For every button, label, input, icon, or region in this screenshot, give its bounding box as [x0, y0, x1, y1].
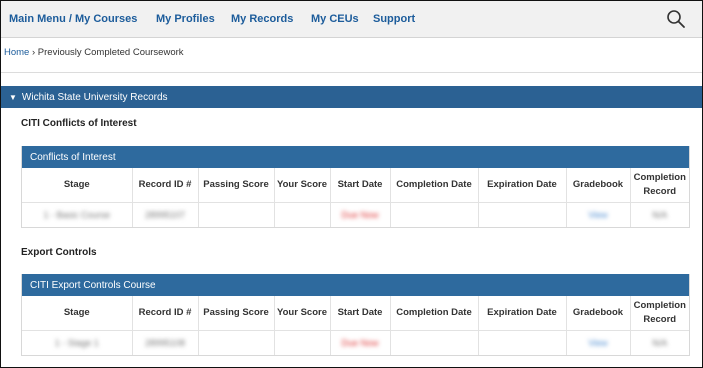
gradebook-view-link[interactable]: View: [588, 338, 607, 348]
breadcrumb-home-link[interactable]: Home: [4, 47, 29, 58]
col-header-stage: Stage: [22, 168, 133, 203]
records-table: Stage Record ID # Passing Score Your Sco…: [22, 296, 689, 355]
course-panel: CITI Export Controls Course Stage Record…: [21, 274, 690, 356]
institution-records-bar[interactable]: ▼ Wichita State University Records: [1, 86, 702, 108]
caret-down-icon: ▼: [9, 92, 17, 102]
table-row: 1 - Stage 1 28995108 Due Now View N/A: [22, 330, 689, 355]
col-header-stage: Stage: [22, 296, 133, 331]
expiration-date-cell: [478, 202, 567, 227]
col-header-expiration-date: Expiration Date: [478, 168, 567, 203]
col-header-record-id: Record ID #: [132, 168, 199, 203]
table-header-row: Stage Record ID # Passing Score Your Sco…: [22, 168, 689, 203]
course-panel: Conflicts of Interest Stage Record ID # …: [21, 146, 690, 228]
institution-title: Wichita State University Records: [21, 91, 168, 103]
search-icon[interactable]: [666, 9, 686, 29]
nav-my-records[interactable]: My Records: [231, 13, 293, 25]
col-header-gradebook: Gradebook: [566, 168, 631, 203]
completion-record-cell: N/A: [652, 338, 668, 348]
table-row: 1 - Basic Course 28995107 Due Now View N…: [22, 202, 689, 227]
section-title: CITI Conflicts of Interest: [21, 118, 137, 129]
breadcrumb: Home › Previously Completed Coursework: [4, 47, 184, 58]
col-header-your-score: Your Score: [274, 296, 331, 331]
completion-date-cell: [390, 330, 479, 355]
col-header-record-id: Record ID #: [132, 296, 199, 331]
your-score-cell: [274, 330, 331, 355]
breadcrumb-current: Previously Completed Coursework: [37, 47, 184, 58]
record-id-cell: 28995108: [144, 338, 186, 348]
passing-score-cell: [198, 202, 275, 227]
col-header-completion-date: Completion Date: [390, 296, 479, 331]
nav-support[interactable]: Support: [373, 13, 415, 25]
col-header-start-date: Start Date: [330, 296, 391, 331]
col-header-completion-record: Completion Record: [630, 168, 689, 203]
gradebook-view-link[interactable]: View: [588, 210, 607, 220]
your-score-cell: [274, 202, 331, 227]
record-id-cell: 28995107: [144, 210, 186, 220]
records-table: Stage Record ID # Passing Score Your Sco…: [22, 168, 689, 227]
course-header: Conflicts of Interest: [22, 146, 689, 168]
expiration-date-cell: [478, 330, 567, 355]
col-header-start-date: Start Date: [330, 168, 391, 203]
completion-record-cell: N/A: [652, 210, 668, 220]
nav-main-menu[interactable]: Main Menu / My Courses: [9, 13, 137, 25]
top-navigation: Main Menu / My Courses My Profiles My Re…: [1, 1, 702, 38]
col-header-passing-score: Passing Score: [198, 296, 275, 331]
col-header-completion-record: Completion Record: [630, 296, 689, 331]
completion-date-cell: [390, 202, 479, 227]
stage-cell: 1 - Stage 1: [54, 338, 99, 348]
page-frame: Main Menu / My Courses My Profiles My Re…: [0, 0, 703, 368]
stage-cell: 1 - Basic Course: [43, 210, 111, 220]
nav-my-ceus[interactable]: My CEUs: [311, 13, 359, 25]
col-header-gradebook: Gradebook: [566, 296, 631, 331]
col-header-your-score: Your Score: [274, 168, 331, 203]
nav-my-profiles[interactable]: My Profiles: [156, 13, 215, 25]
course-header: CITI Export Controls Course: [22, 274, 689, 296]
section-title: Export Controls: [21, 247, 97, 258]
start-date-cell: Due Now: [341, 210, 379, 220]
table-header-row: Stage Record ID # Passing Score Your Sco…: [22, 296, 689, 331]
start-date-cell: Due Now: [341, 338, 379, 348]
breadcrumb-separator: ›: [31, 47, 36, 58]
col-header-expiration-date: Expiration Date: [478, 296, 567, 331]
divider: [1, 72, 702, 73]
col-header-completion-date: Completion Date: [390, 168, 479, 203]
col-header-passing-score: Passing Score: [198, 168, 275, 203]
passing-score-cell: [198, 330, 275, 355]
